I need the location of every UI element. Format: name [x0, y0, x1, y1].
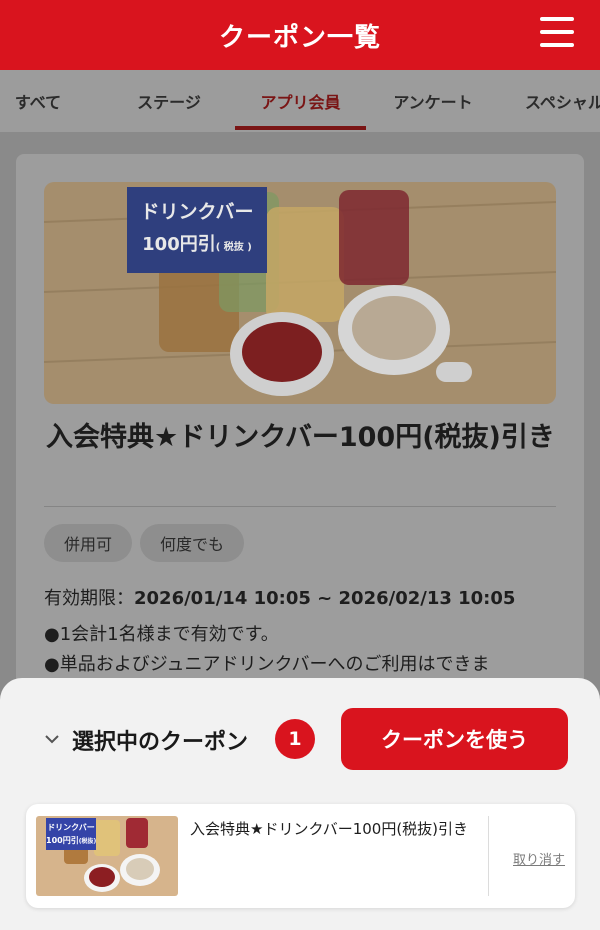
note-line: ●単品およびジュニアドリンクバーへのご利用はできま: [44, 654, 490, 675]
coupon-notes: ●1会計1名様まで有効です。 ●単品およびジュニアドリンクバーへのご利用はできま: [44, 620, 490, 680]
tab-special[interactable]: スペシャル: [525, 70, 600, 132]
coupon-image: [44, 182, 556, 404]
tab-survey[interactable]: アンケート: [392, 70, 474, 132]
tab-all[interactable]: すべて: [14, 70, 62, 132]
tag-unlimited-use: 何度でも: [140, 524, 245, 562]
category-tabs: すべて ステージ アプリ会員 アンケート スペシャル: [0, 70, 600, 132]
chevron-down-icon[interactable]: [44, 731, 60, 747]
coupon-image-banner: ドリンクバー 100円引( 税抜 ): [127, 187, 267, 273]
app-header: クーポン一覧: [0, 0, 600, 70]
note-line: ●1会計1名様まで有効です。: [44, 624, 279, 645]
thumb-banner-line3: (税抜): [78, 838, 97, 845]
tab-stage[interactable]: ステージ: [134, 70, 204, 132]
thumb-banner-line2: 100円引: [46, 836, 79, 845]
selected-count-badge: 1: [275, 719, 315, 759]
hamburger-menu-icon[interactable]: [540, 17, 574, 47]
tab-app-member[interactable]: アプリ会員: [235, 70, 366, 132]
thumb-banner-line1: ドリンクバー: [47, 823, 95, 832]
selected-coupon-title: 入会特典★ドリンクバー100円(税抜)引き: [190, 820, 469, 838]
cancel-selection-link[interactable]: 取り消す: [513, 849, 565, 868]
thumb-banner: ドリンクバー 100円引(税抜): [46, 818, 96, 850]
banner-line3: ( 税抜 ): [215, 242, 252, 253]
banner-line1: ドリンクバー: [140, 201, 254, 223]
divider: [488, 816, 489, 896]
tag-combinable: 併用可: [44, 524, 133, 562]
use-coupon-button[interactable]: クーポンを使う: [341, 708, 568, 770]
banner-line2: 100円引: [142, 234, 216, 255]
validity-period: 有効期限：2026/01/14 10:05 ~ 2026/02/13 10:05: [44, 584, 515, 610]
selected-coupon-label[interactable]: 選択中のクーポン: [72, 724, 248, 756]
divider: [44, 506, 556, 507]
validity-value: 2026/01/14 10:05 ~ 2026/02/13 10:05: [134, 588, 516, 609]
validity-label: 有効期限：: [44, 588, 134, 609]
page-title: クーポン一覧: [218, 22, 381, 53]
coupon-title: 入会特典★ドリンクバー100円(税抜)引き: [46, 422, 555, 453]
